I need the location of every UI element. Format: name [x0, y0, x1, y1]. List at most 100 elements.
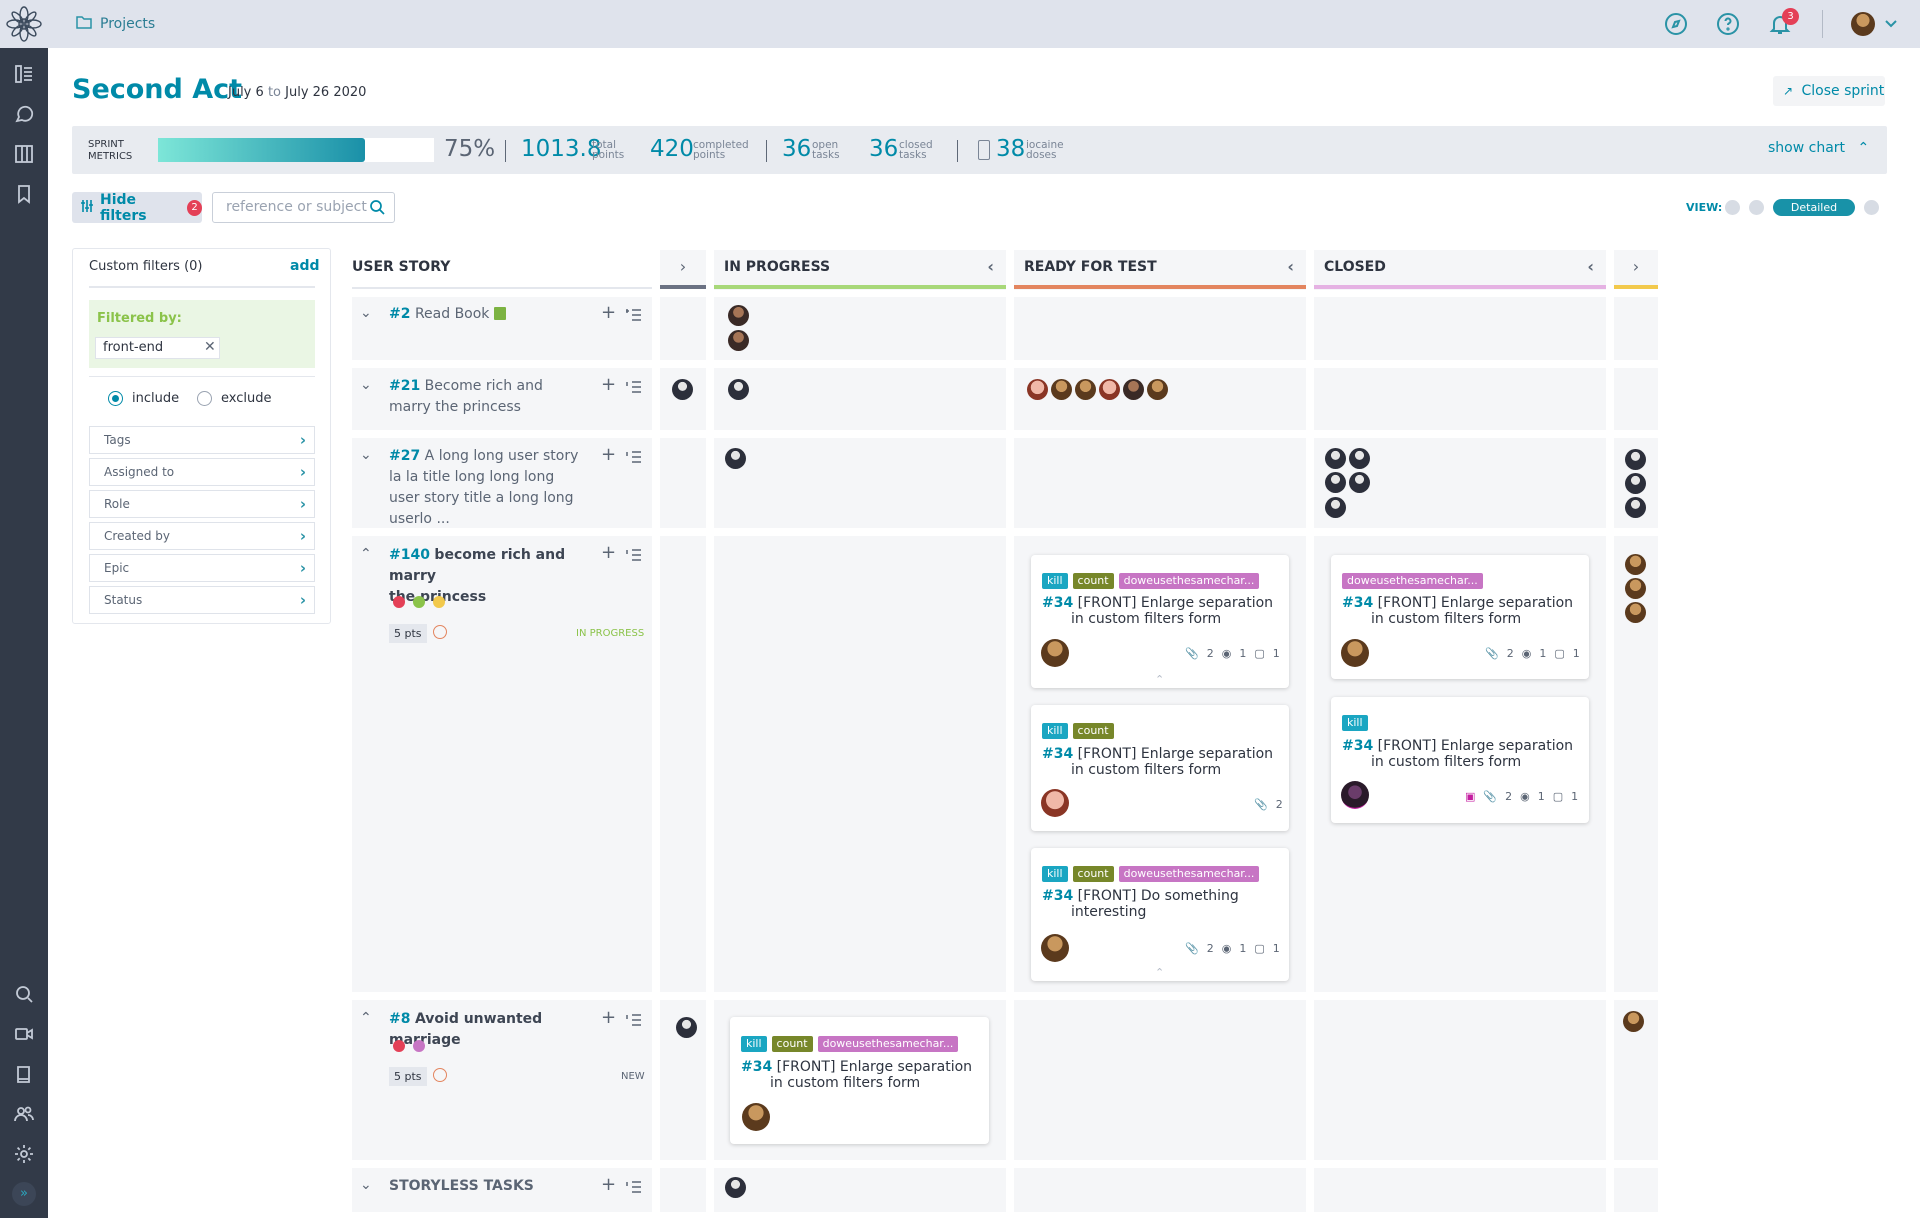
projects-link[interactable]: Projects: [76, 14, 155, 33]
iocaine-value: 38: [996, 136, 1026, 162]
bulk-add-icon[interactable]: [626, 378, 642, 399]
compass-icon[interactable]: [1664, 12, 1688, 40]
tag-doweuse: doweusethesamechar...: [1118, 866, 1260, 882]
add-custom-filter-link[interactable]: add: [290, 258, 320, 274]
avatar: [1625, 449, 1646, 470]
watch-count: 1: [1539, 647, 1547, 660]
task-card[interactable]: kill count doweusethesamechar... #34 [FRON…: [730, 1017, 989, 1144]
hide-filters-button[interactable]: Hide filters 2: [72, 192, 202, 224]
bulk-add-icon[interactable]: [626, 1178, 642, 1199]
remove-filter-icon[interactable]: ✕: [204, 339, 216, 355]
card-title: #34 [FRONT] Enlarge separation in custom …: [1042, 595, 1273, 627]
board-cell: [714, 368, 1006, 430]
filter-category-status[interactable]: Status ›: [89, 586, 315, 614]
task-card[interactable]: kill count doweusethesamechar... #34 [FRON…: [1031, 555, 1289, 688]
close-sprint-button[interactable]: ↗ Close sprint: [1773, 76, 1885, 106]
search-icon[interactable]: [12, 982, 36, 1006]
filter-sliders-icon: [80, 198, 94, 217]
app-logo[interactable]: [6, 6, 42, 42]
card-title-line1: [FRONT] Do something: [1077, 888, 1239, 904]
task-card[interactable]: kill count doweusethesamechar... #34 [FRON…: [1031, 848, 1289, 981]
tag-count: count: [1072, 723, 1114, 739]
filter-category-created-by[interactable]: Created by ›: [89, 522, 315, 550]
top-bar: Projects 3: [0, 0, 1920, 48]
user-story-title[interactable]: #21 Become rich and marry the princess: [389, 376, 589, 418]
expand-sidebar-button[interactable]: »: [12, 1182, 36, 1206]
add-task-icon[interactable]: +: [601, 302, 616, 323]
bulk-add-icon[interactable]: [626, 546, 642, 567]
filter-category-label: Role: [104, 497, 130, 511]
help-icon[interactable]: [1716, 12, 1740, 40]
add-task-icon[interactable]: +: [601, 1007, 616, 1028]
view-option-medium[interactable]: [1749, 200, 1764, 215]
bulk-add-icon[interactable]: [626, 1011, 642, 1032]
board-cell: [1014, 1000, 1306, 1160]
board-cell: [1314, 1000, 1606, 1160]
metrics-divider: [505, 140, 506, 162]
expand-chevron-icon[interactable]: ⌄: [360, 305, 372, 321]
exclude-radio[interactable]: exclude: [197, 391, 271, 406]
metrics-label: SPRINT METRICS: [88, 139, 132, 163]
sprint-metrics-bar: SPRINT METRICS 75% 1013.8 total points 42…: [72, 126, 1887, 174]
user-story-title[interactable]: #27 A long long user story la la title l…: [389, 446, 589, 530]
collapse-card-icon[interactable]: ⌃: [1155, 966, 1164, 979]
add-task-icon[interactable]: +: [601, 542, 616, 563]
user-story-title[interactable]: #2 Read Book: [389, 304, 579, 325]
metrics-divider: [957, 140, 958, 162]
story-ref: #2: [389, 306, 411, 322]
progress-bar: [158, 138, 434, 162]
expand-chevron-icon[interactable]: ⌄: [360, 1177, 372, 1193]
bookmark-icon[interactable]: [12, 182, 36, 206]
view-option-compact[interactable]: [1725, 200, 1740, 215]
story-status: NEW: [621, 1071, 645, 1082]
task-card[interactable]: doweusethesamechar... #34 [FRONT] Enlarg…: [1331, 555, 1589, 679]
add-task-icon[interactable]: +: [601, 374, 616, 395]
view-option-extra[interactable]: [1864, 200, 1879, 215]
column-last-collapsed[interactable]: ›: [1614, 250, 1658, 286]
card-title-line1: [FRONT] Enlarge separation: [1377, 595, 1574, 611]
tag-doweuse: doweusethesamechar...: [817, 1036, 959, 1052]
card-title-line2: in custom filters form: [1371, 611, 1522, 627]
backlog-icon[interactable]: [12, 62, 36, 86]
issues-icon[interactable]: [12, 102, 36, 126]
exclude-label: exclude: [221, 391, 272, 406]
add-task-icon[interactable]: +: [601, 444, 616, 465]
collapse-card-icon[interactable]: ⌃: [1155, 673, 1164, 686]
task-card[interactable]: kill #34 [FRONT] Enlarge separation in cu…: [1331, 697, 1589, 823]
bulk-add-icon[interactable]: [625, 306, 642, 327]
filter-category-epic[interactable]: Epic ›: [89, 554, 315, 582]
collapse-chevron-icon[interactable]: ⌃: [360, 1010, 372, 1026]
view-label: VIEW:: [1686, 201, 1723, 214]
collapse-chevron-icon[interactable]: ⌃: [360, 546, 372, 562]
search-input[interactable]: reference or subject: [212, 192, 395, 223]
wiki-icon[interactable]: [12, 1062, 36, 1086]
chevron-left-icon[interactable]: ‹: [1287, 250, 1294, 284]
chevron-right-icon: ›: [299, 559, 306, 577]
video-icon[interactable]: [12, 1022, 36, 1046]
chevron-right-icon: ›: [299, 591, 306, 609]
filter-category-assigned-to[interactable]: Assigned to ›: [89, 458, 315, 486]
team-icon[interactable]: [12, 1102, 36, 1126]
metrics-label-line2: METRICS: [88, 151, 133, 162]
task-card[interactable]: kill count #34 [FRONT] Enlarge separation…: [1031, 705, 1289, 831]
expand-chevron-icon[interactable]: ⌄: [360, 377, 372, 393]
settings-gear-icon[interactable]: [12, 1142, 36, 1166]
chevron-left-icon[interactable]: ‹: [987, 250, 994, 284]
kanban-icon[interactable]: [12, 142, 36, 166]
chevron-left-icon[interactable]: ‹: [1587, 250, 1594, 284]
progress-fill: [158, 138, 365, 162]
bulk-add-icon[interactable]: [626, 448, 642, 469]
radio-empty-icon: [197, 391, 212, 406]
chevron-down-icon[interactable]: [1883, 16, 1899, 36]
user-avatar[interactable]: [1851, 12, 1875, 36]
tag-kill: kill: [1042, 866, 1068, 882]
include-radio[interactable]: include: [108, 391, 179, 406]
column-new-collapsed[interactable]: ›: [660, 250, 706, 286]
filter-category-role[interactable]: Role ›: [89, 490, 315, 518]
iocaine-icon: ▣: [1465, 790, 1476, 803]
show-chart-button[interactable]: show chart ⌃: [1768, 140, 1869, 156]
expand-chevron-icon[interactable]: ⌄: [360, 447, 372, 463]
view-option-detailed[interactable]: Detailed: [1773, 199, 1855, 216]
add-task-icon[interactable]: +: [601, 1174, 616, 1195]
filter-category-tags[interactable]: Tags ›: [89, 426, 315, 454]
